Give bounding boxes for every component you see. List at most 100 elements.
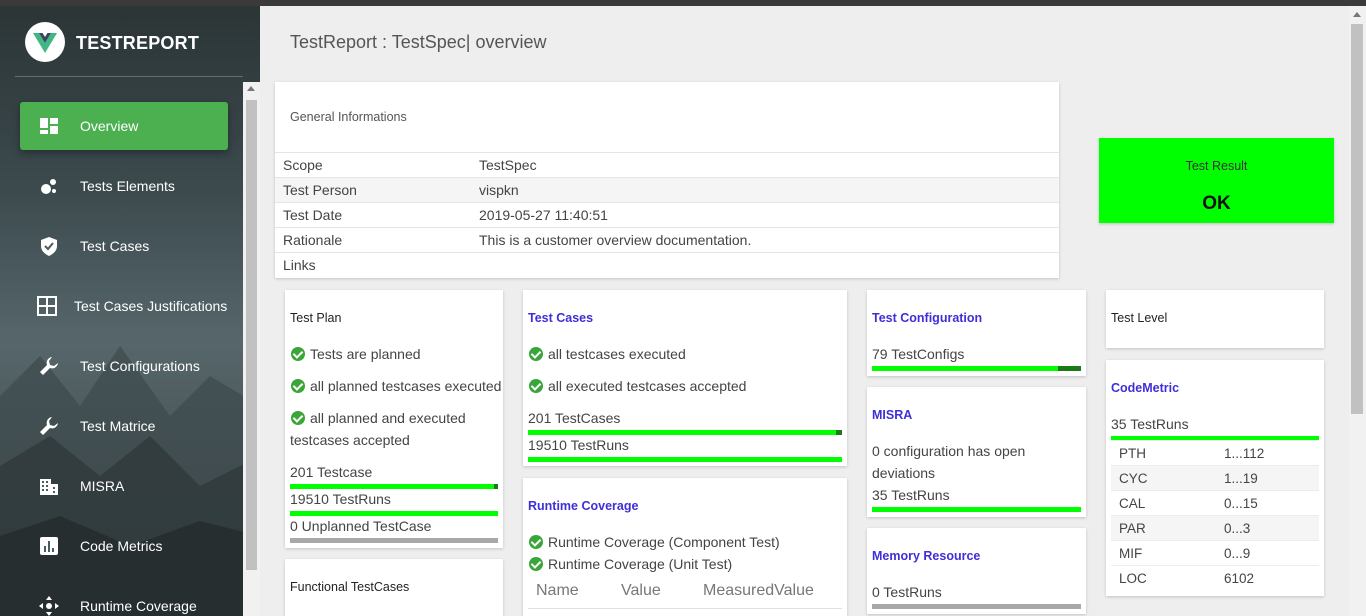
sidebar-item-test-cases[interactable]: Test Cases: [20, 222, 228, 270]
testconfigs-count: 79 TestConfigs: [872, 346, 965, 362]
test-result-value: OK: [1202, 193, 1231, 214]
functional-testcases-card: Functional TestCases: [285, 559, 503, 616]
check-line: all executed testcases accepted: [529, 378, 746, 394]
test-plan-card: Test Plan Tests are planned all planned …: [285, 290, 503, 548]
sidebar-item-code-metrics[interactable]: Code Metrics: [20, 522, 228, 570]
general-info-card: General Informations Scope TestSpec Test…: [275, 82, 1059, 278]
test-configuration-card: Test Configuration 79 TestConfigs: [867, 290, 1086, 376]
progress-track: [290, 538, 498, 543]
move-icon: [39, 596, 59, 616]
sidebar-item-misra[interactable]: MISRA: [20, 462, 228, 510]
info-value: TestSpec: [479, 157, 537, 173]
wrench-icon: [40, 417, 58, 435]
progress-bar: [872, 366, 1058, 371]
metric-key: PAR: [1119, 521, 1146, 536]
info-key: Scope: [283, 157, 323, 173]
info-key: Test Person: [283, 182, 357, 198]
check-text: all executed testcases accepted: [548, 378, 747, 394]
code-metric-title[interactable]: CodeMetric: [1111, 381, 1179, 395]
check-line: Tests are planned: [291, 346, 421, 362]
sidebar-item-test-cases-justifications[interactable]: Test Cases Justifications: [20, 282, 228, 330]
check-text: Runtime Coverage (Component Test): [548, 534, 780, 550]
memory-testruns: 0 TestRuns: [872, 584, 942, 600]
sidebar-item-label: Test Cases: [80, 238, 150, 254]
check-text: Tests are planned: [310, 346, 421, 362]
code-metric-card: CodeMetric 35 TestRuns PTH 1...112 CYC 1..…: [1106, 360, 1324, 596]
sidebar-item-runtime-coverage[interactable]: Runtime Coverage: [20, 582, 228, 616]
misra-status-continued: deviations: [872, 465, 936, 481]
testruns-count: 19510 TestRuns: [528, 437, 629, 453]
info-value: This is a customer overview documentatio…: [479, 232, 752, 248]
building-icon: [40, 479, 58, 495]
test-level-title: Test Level: [1111, 311, 1168, 325]
main-scrollbar[interactable]: [1349, 6, 1366, 616]
metric-row-cyc: CYC 1...19: [1111, 465, 1319, 490]
metric-value: 6102: [1224, 571, 1255, 586]
sidebar-item-label: Test Cases Justifications: [74, 298, 228, 314]
test-cases-title[interactable]: Test Cases: [528, 311, 593, 325]
testcase-count: 201 Testcase: [290, 464, 373, 480]
sidebar-item-tests-elements[interactable]: Tests Elements: [20, 162, 228, 210]
misra-card: MISRA 0 configuration has open deviation…: [867, 387, 1086, 517]
info-value: 2019-05-27 11:40:51: [479, 207, 608, 223]
test-plan-title: Test Plan: [290, 311, 342, 325]
functional-testcases-title: Functional TestCases: [290, 580, 410, 594]
check-text: Runtime Coverage (Unit Test): [548, 556, 733, 572]
memory-resource-title[interactable]: Memory Resource: [872, 549, 980, 563]
sidebar-item-test-configurations[interactable]: Test Configurations: [20, 342, 228, 390]
scroll-up-arrow-icon[interactable]: [1353, 12, 1361, 17]
check-circle-icon: [291, 411, 305, 425]
check-line: Runtime Coverage (Component Test): [529, 534, 780, 550]
sidebar-item-label: Runtime Coverage: [80, 598, 197, 614]
misra-status: 0 configuration has open: [872, 443, 1026, 459]
sidebar-item-label: Code Metrics: [80, 538, 163, 554]
metric-row-cal: CAL 0...15: [1111, 490, 1319, 515]
info-row-links: Links: [275, 252, 1059, 277]
info-key: Rationale: [283, 232, 343, 248]
column-header-name: Name: [536, 582, 579, 599]
sidebar: TESTREPORT Overview Tests Elements Test …: [0, 6, 260, 616]
metric-key: MIF: [1119, 546, 1143, 561]
test-result-label: Test Result: [1185, 159, 1248, 173]
progress-bar: [290, 484, 494, 489]
page-title: TestReport : TestSpec| overview: [290, 32, 546, 53]
code-metric-testruns: 35 TestRuns: [1111, 416, 1189, 432]
column-header-measured-value: MeasuredValue: [703, 582, 814, 599]
scroll-up-arrow-icon[interactable]: [247, 86, 255, 91]
check-line: all planned testcases executed: [291, 378, 501, 394]
test-configuration-title[interactable]: Test Configuration: [872, 311, 982, 325]
brand-header[interactable]: TESTREPORT: [15, 6, 243, 77]
metric-row-par: PAR 0...3: [1111, 515, 1319, 540]
sidebar-scrollbar-thumb[interactable]: [246, 100, 257, 570]
metric-key: PTH: [1119, 446, 1146, 461]
check-line: all testcases executed: [529, 346, 686, 362]
metric-value: 1...19: [1224, 471, 1258, 486]
metric-value: 0...3: [1224, 521, 1251, 536]
sidebar-item-test-matrice[interactable]: Test Matrice: [20, 402, 228, 450]
progress-bar: [290, 511, 498, 516]
main-scrollbar-thumb[interactable]: [1351, 24, 1363, 414]
runtime-coverage-title[interactable]: Runtime Coverage: [528, 499, 638, 513]
brand-title: TESTREPORT: [76, 33, 200, 53]
check-text: all testcases executed: [548, 346, 686, 362]
misra-title[interactable]: MISRA: [872, 408, 912, 422]
vue-logo-icon: [25, 22, 65, 62]
check-line: Runtime Coverage (Unit Test): [529, 556, 732, 572]
info-value: vispkn: [479, 182, 519, 198]
check-text: all planned and executed: [310, 410, 466, 426]
testruns-count: 19510 TestRuns: [290, 491, 391, 507]
sidebar-scrollbar[interactable]: [243, 82, 260, 616]
sidebar-item-label: Test Matrice: [80, 418, 156, 434]
metric-key: CYC: [1119, 471, 1148, 486]
general-info-title: General Informations: [290, 110, 407, 124]
metric-value: 1...112: [1224, 446, 1265, 461]
check-circle-icon: [529, 347, 543, 361]
check-circle-icon: [529, 379, 543, 393]
test-result-badge: Test Result OK: [1099, 138, 1334, 223]
metric-key: LOC: [1119, 571, 1147, 586]
table-divider: [528, 608, 842, 609]
testcases-count: 201 TestCases: [528, 410, 621, 426]
sidebar-item-overview[interactable]: Overview: [20, 102, 228, 150]
memory-resource-card: Memory Resource 0 TestRuns: [867, 528, 1086, 614]
metric-row-mif: MIF 0...9: [1111, 540, 1319, 565]
